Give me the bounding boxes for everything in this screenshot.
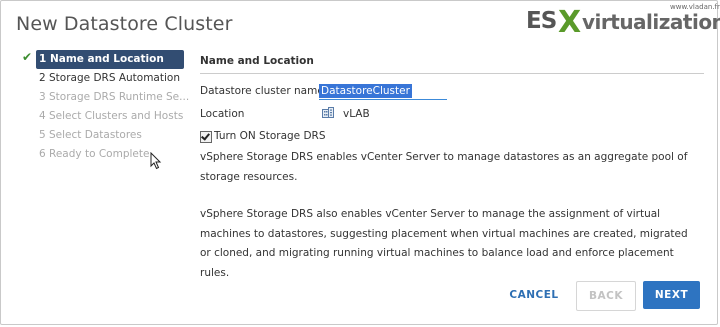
watermark-brand-es: ES <box>526 8 557 34</box>
wizard-step-1[interactable]: 1 Name and Location <box>36 50 184 69</box>
watermark-logo: www.vladan.fr ES X virtualization <box>522 2 720 40</box>
cluster-name-value: DatastoreCluster <box>319 84 412 98</box>
dialog-title: New Datastore Cluster <box>16 13 233 35</box>
watermark-brand-x: X <box>558 5 582 40</box>
description-paragraph-1: vSphere Storage DRS enables vCenter Serv… <box>200 151 688 183</box>
cluster-name-label: Datastore cluster name: <box>200 85 328 97</box>
section-title: Name and Location <box>200 55 314 67</box>
watermark-brand-rest: virtualization <box>582 10 720 34</box>
location-label: Location <box>200 108 245 120</box>
wizard-step-5: 5 Select Datastores <box>39 129 142 141</box>
section-divider <box>200 73 704 74</box>
storage-drs-checkbox-label[interactable]: Turn ON Storage DRS <box>214 130 326 142</box>
wizard-step-3: 3 Storage DRS Runtime Se... <box>39 91 190 103</box>
datacenter-icon <box>322 107 334 118</box>
wizard-steps: ✔ 1 Name and Location 2 Storage DRS Auto… <box>20 50 190 164</box>
check-icon: ✔ <box>22 50 33 64</box>
location-value[interactable]: vLAB <box>343 108 370 120</box>
mouse-cursor-icon <box>150 152 162 170</box>
storage-drs-checkbox[interactable] <box>200 131 212 143</box>
cluster-name-input[interactable]: DatastoreCluster <box>319 83 447 100</box>
description-paragraph-2: vSphere Storage DRS also enables vCenter… <box>200 208 688 279</box>
wizard-step-6: 6 Ready to Complete <box>39 148 150 160</box>
back-button[interactable]: BACK <box>576 281 636 311</box>
wizard-step-1-row: ✔ 1 Name and Location <box>20 50 188 69</box>
cancel-button[interactable]: CANCEL <box>500 281 568 309</box>
wizard-step-4: 4 Select Clusters and Hosts <box>39 110 184 122</box>
next-button[interactable]: NEXT <box>643 281 700 309</box>
wizard-step-2[interactable]: 2 Storage DRS Automation <box>20 69 188 88</box>
